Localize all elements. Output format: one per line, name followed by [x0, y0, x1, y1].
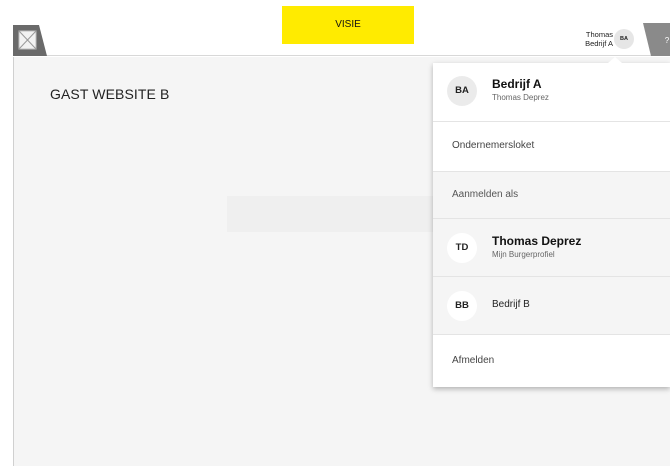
top-bar: VISIE Thomas Bedrijf A BA ?	[13, 0, 670, 56]
account-item-bedrijf-b[interactable]: BB Bedrijf B	[433, 277, 670, 335]
account-name-bb: Bedrijf B	[492, 299, 530, 310]
menu-item-afmelden[interactable]: Afmelden	[433, 335, 670, 387]
aanmelden-als-label: Aanmelden als	[452, 189, 519, 200]
current-account-subtitle: Thomas Deprez	[492, 93, 549, 102]
account-subtitle-td: Mijn Burgerprofiel	[492, 250, 555, 259]
account-item-thomas-deprez[interactable]: TD Thomas Deprez Mijn Burgerprofiel	[433, 219, 670, 277]
user-first-name: Thomas	[585, 30, 613, 39]
account-avatar-td: TD	[447, 233, 477, 263]
current-account-avatar: BA	[447, 76, 477, 106]
ondernemersloket-label: Ondernemersloket	[452, 140, 535, 151]
account-avatar-bb: BB	[447, 291, 477, 321]
visie-banner: VISIE	[282, 6, 414, 44]
current-account-name: Bedrijf A	[492, 77, 542, 91]
user-avatar[interactable]: BA	[614, 29, 634, 49]
background-panel	[227, 196, 447, 232]
aanmelden-als-header: Aanmelden als	[433, 172, 670, 219]
account-dropdown-menu: BA Bedrijf A Thomas Deprez Ondernemerslo…	[433, 57, 670, 387]
user-name-block[interactable]: Thomas Bedrijf A	[549, 30, 613, 48]
account-name-td: Thomas Deprez	[492, 234, 582, 248]
help-button[interactable]: ?	[643, 23, 670, 56]
question-icon: ?	[665, 36, 670, 45]
afmelden-label: Afmelden	[452, 355, 495, 366]
current-account[interactable]: BA Bedrijf A Thomas Deprez	[433, 63, 670, 122]
page-title: GAST WEBSITE B	[50, 86, 170, 102]
logo-placeholder-icon[interactable]	[13, 25, 47, 56]
menu-item-ondernemersloket[interactable]: Ondernemersloket	[433, 122, 670, 172]
user-org-name: Bedrijf A	[585, 39, 613, 48]
